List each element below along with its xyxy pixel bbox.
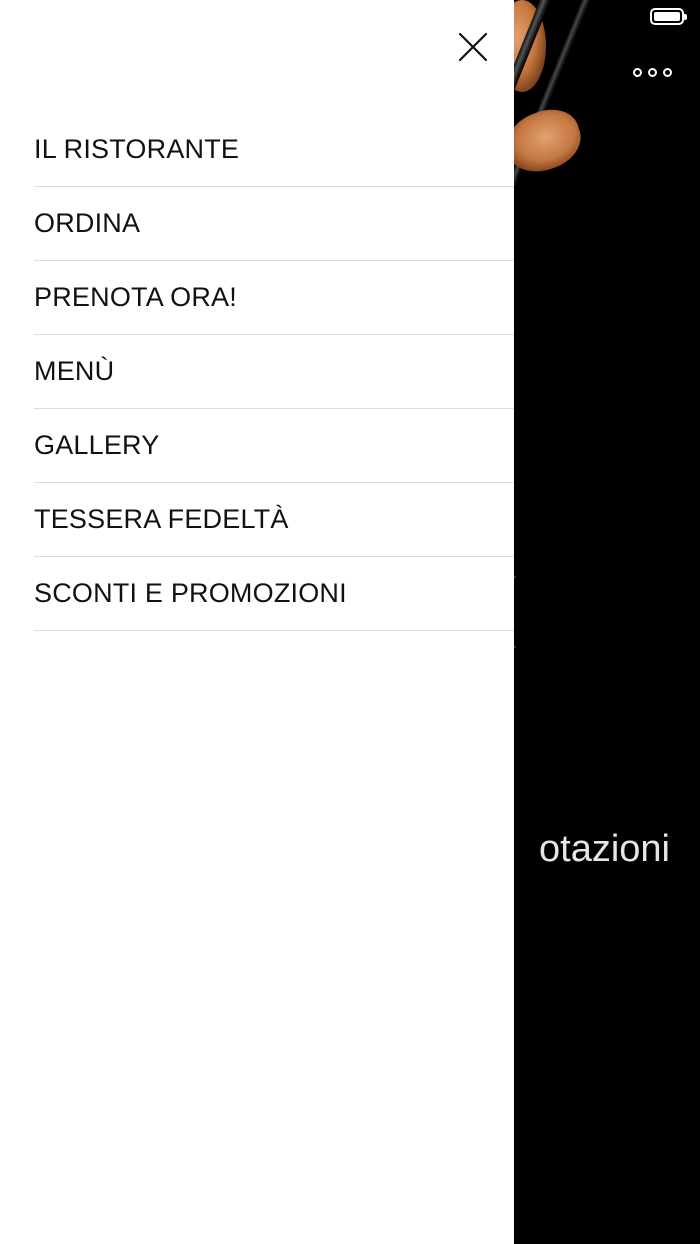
menu-item-label: GALLERY — [34, 430, 160, 460]
menu-item-label: MENÙ — [34, 356, 115, 386]
menu-item-ordina[interactable]: ORDINA — [34, 187, 514, 261]
menu-item-prenota-ora[interactable]: PRENOTA ORA! — [34, 261, 514, 335]
side-drawer: IL RISTORANTE ORDINA PRENOTA ORA! MENÙ G… — [0, 0, 514, 1244]
close-button[interactable] — [450, 24, 496, 70]
menu-item-label: TESSERA FEDELTÀ — [34, 504, 289, 534]
menu-item-sconti-e-promozioni[interactable]: SCONTI E PROMOZIONI — [34, 557, 514, 631]
more-options-button[interactable] — [626, 60, 678, 84]
menu-item-label: ORDINA — [34, 208, 141, 238]
drawer-menu: IL RISTORANTE ORDINA PRENOTA ORA! MENÙ G… — [34, 113, 514, 631]
menu-item-label: PRENOTA ORA! — [34, 282, 237, 312]
menu-item-gallery[interactable]: GALLERY — [34, 409, 514, 483]
close-icon — [458, 32, 488, 62]
menu-item-menu[interactable]: MENÙ — [34, 335, 514, 409]
more-options-icon — [662, 67, 672, 77]
more-options-icon — [632, 67, 642, 77]
menu-item-label: SCONTI E PROMOZIONI — [34, 578, 347, 608]
battery-icon — [650, 8, 687, 25]
menu-item-label: IL RISTORANTE — [34, 134, 240, 164]
menu-item-tessera-fedelta[interactable]: TESSERA FEDELTÀ — [34, 483, 514, 557]
menu-item-il-ristorante[interactable]: IL RISTORANTE — [34, 113, 514, 187]
more-options-icon — [647, 67, 657, 77]
